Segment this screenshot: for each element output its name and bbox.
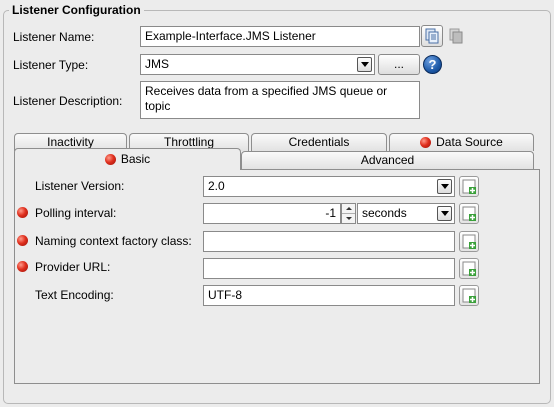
chevron-down-icon[interactable] — [357, 57, 372, 72]
listener-version-select[interactable]: 2.0 — [203, 176, 455, 197]
listener-version-value: 2.0 — [208, 179, 225, 193]
add-version-button[interactable] — [459, 176, 479, 197]
add-provider-button[interactable] — [459, 258, 479, 279]
copy-icon — [425, 28, 439, 44]
required-icon — [104, 154, 116, 166]
add-icon — [462, 261, 476, 276]
group-title: Listener Configuration — [9, 3, 144, 17]
paste-button[interactable] — [446, 26, 466, 46]
listener-description-field[interactable]: Receives data from a specified JMS queue… — [140, 81, 420, 119]
add-icon — [462, 179, 476, 194]
listener-type-select[interactable]: JMS — [140, 54, 375, 75]
add-naming-button[interactable] — [459, 231, 479, 252]
listener-name-field[interactable]: Example-Interface.JMS Listener — [140, 26, 420, 47]
add-icon — [462, 206, 476, 221]
listener-type-label: Listener Type: — [13, 58, 89, 72]
polling-unit-value: seconds — [362, 206, 407, 220]
tab-basic-label: Basic — [120, 152, 151, 166]
text-encoding-field[interactable]: UTF-8 — [203, 285, 455, 306]
polling-interval-field[interactable]: -1 — [203, 203, 341, 224]
listener-description-label: Listener Description: — [13, 94, 123, 108]
naming-context-label: Naming context factory class: — [35, 234, 192, 248]
stepper-up-icon[interactable] — [342, 204, 355, 214]
help-icon[interactable]: ? — [423, 55, 442, 74]
add-icon — [462, 234, 476, 249]
required-icon — [17, 261, 28, 272]
add-encoding-button[interactable] — [459, 285, 479, 306]
provider-url-label: Provider URL: — [35, 260, 111, 274]
required-icon — [420, 137, 432, 149]
text-encoding-label: Text Encoding: — [35, 288, 114, 302]
tab-credentials[interactable]: Credentials — [251, 133, 387, 151]
provider-url-field[interactable] — [203, 258, 455, 279]
browse-button[interactable]: ... — [378, 54, 420, 75]
chevron-down-icon[interactable] — [437, 179, 452, 194]
required-icon — [17, 235, 28, 246]
tab-basic[interactable]: Basic — [14, 148, 241, 170]
tab-data-source-label: Data Source — [436, 135, 503, 149]
copy-button[interactable] — [421, 25, 443, 47]
stepper-down-icon[interactable] — [342, 214, 355, 223]
listener-type-value: JMS — [145, 57, 169, 71]
listener-name-label: Listener Name: — [13, 30, 95, 44]
tab-advanced[interactable]: Advanced — [241, 151, 534, 169]
polling-interval-label: Polling interval: — [35, 206, 117, 220]
listener-version-label: Listener Version: — [35, 179, 125, 193]
naming-context-field[interactable] — [203, 231, 455, 252]
chevron-down-icon[interactable] — [437, 206, 452, 221]
required-icon — [17, 207, 28, 218]
add-polling-button[interactable] — [459, 203, 479, 224]
add-icon — [462, 288, 476, 303]
tab-data-source[interactable]: Data Source — [389, 133, 534, 151]
polling-interval-stepper[interactable] — [341, 203, 356, 224]
paste-icon — [449, 28, 463, 44]
